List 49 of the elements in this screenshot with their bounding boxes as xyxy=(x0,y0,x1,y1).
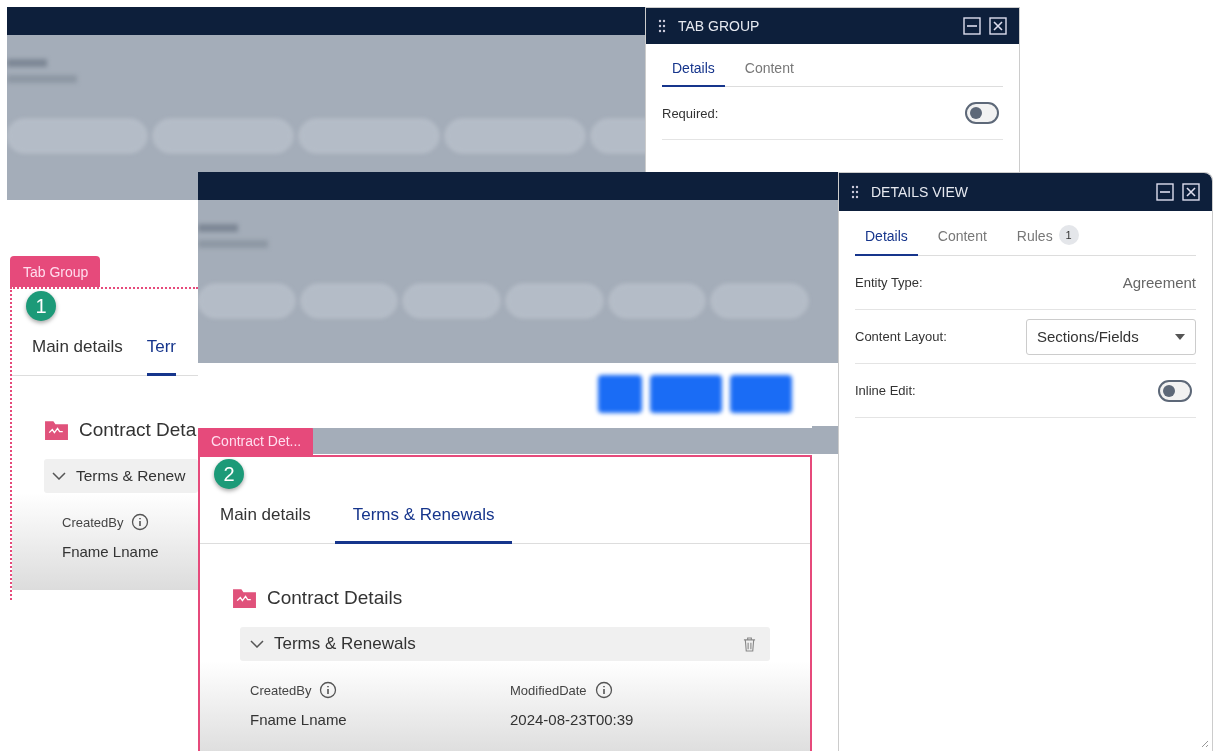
chevron-icon xyxy=(250,640,264,648)
step-badge: 2 xyxy=(214,459,244,489)
field-label: CreatedBy xyxy=(62,514,124,530)
tab[interactable]: Main details xyxy=(220,505,311,544)
property-label: Inline Edit: xyxy=(855,383,916,398)
property-label: Content Layout: xyxy=(855,329,947,344)
property-label: Entity Type: xyxy=(855,275,923,290)
field-value: 2024-08-23T00:39 xyxy=(510,711,635,728)
close-icon[interactable] xyxy=(1182,183,1200,201)
section-title: Contract Details xyxy=(267,586,403,609)
folder-icon xyxy=(232,586,257,609)
minimize-icon[interactable] xyxy=(963,17,981,35)
panel-tab[interactable]: Rules 1 xyxy=(1006,227,1089,256)
panel-tab[interactable]: Content xyxy=(734,60,804,87)
step-badge: 1 xyxy=(26,291,56,321)
info-icon[interactable] xyxy=(319,681,338,699)
folder-icon xyxy=(44,418,69,441)
toggle-switch[interactable] xyxy=(965,102,999,124)
section-title: Contract Deta xyxy=(79,418,197,441)
toggle-switch[interactable] xyxy=(1158,379,1192,402)
property-value: Agreement xyxy=(1122,274,1196,291)
field-label: CreatedBy xyxy=(250,682,312,698)
caret-icon xyxy=(1175,333,1185,340)
layout-dropdown[interactable]: Sections/Fields xyxy=(1026,318,1196,355)
property-label: Required: xyxy=(662,105,719,121)
blurred-text-drawing xyxy=(7,59,77,83)
tab[interactable]: Main details xyxy=(32,337,123,376)
panel-tab[interactable]: Content xyxy=(927,227,997,256)
tab[interactable]: Terr xyxy=(146,337,176,376)
group-header[interactable]: Terms & Renew xyxy=(44,459,198,493)
panel-title: DETAILS VIEW xyxy=(871,184,969,200)
info-icon[interactable] xyxy=(131,513,150,531)
close-icon[interactable] xyxy=(989,17,1007,35)
minimize-icon[interactable] xyxy=(1156,183,1174,201)
panel-title: TAB GROUP xyxy=(678,18,761,34)
chevron-icon xyxy=(52,472,66,480)
drag-handle-icon[interactable] xyxy=(658,19,666,33)
group-header[interactable]: Terms & Renewals xyxy=(240,627,770,661)
info-icon[interactable] xyxy=(594,681,613,699)
blurred-text-drawing xyxy=(198,224,268,248)
field-label: ModifiedDate xyxy=(510,682,587,698)
trash-icon[interactable] xyxy=(743,636,756,652)
drag-handle-icon[interactable] xyxy=(851,185,859,199)
panel-tab[interactable]: Details xyxy=(662,60,725,87)
tab[interactable]: Terms & Renewals xyxy=(334,505,513,544)
field-value: Fname Lname xyxy=(250,711,348,728)
resize-grip-icon[interactable] xyxy=(1199,738,1209,748)
panel-tab[interactable]: Details xyxy=(855,227,918,256)
field-value: Fname Lname xyxy=(62,543,160,560)
